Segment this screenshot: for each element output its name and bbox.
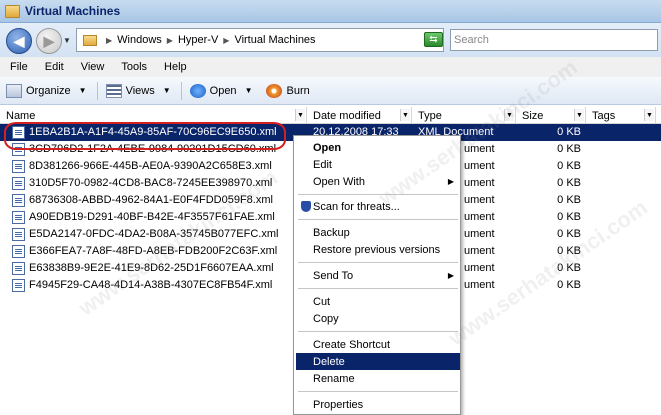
menu-item-send-to[interactable]: Send To ▶ xyxy=(296,267,460,284)
menu-view[interactable]: View xyxy=(71,61,112,73)
organize-button[interactable]: Organize ▼ xyxy=(6,83,87,98)
search-input[interactable]: Search xyxy=(450,29,658,51)
menu-item-backup[interactable]: Backup xyxy=(296,224,460,241)
toolbar-divider xyxy=(180,81,182,100)
column-filter-dropdown-icon[interactable]: ▼ xyxy=(644,109,654,121)
chevron-down-icon: ▼ xyxy=(162,86,171,95)
chevron-down-icon: ▼ xyxy=(244,86,253,95)
menu-tools[interactable]: Tools xyxy=(111,61,154,73)
chevron-right-icon: ▶ xyxy=(166,35,173,45)
highlight-annotation xyxy=(4,122,286,150)
breadcrumb-virtual-machines[interactable]: ▶ Virtual Machines xyxy=(218,34,315,46)
refresh-button[interactable]: ⇆ xyxy=(424,32,443,47)
burn-disc-icon xyxy=(266,83,283,98)
menu-item-open-with[interactable]: Open With ▶ xyxy=(296,173,460,190)
chevron-right-icon: ▶ xyxy=(106,35,113,45)
menu-item-properties[interactable]: Properties xyxy=(296,396,460,413)
menu-separator xyxy=(298,194,458,195)
column-filter-dropdown-icon[interactable]: ▼ xyxy=(574,109,584,121)
breadcrumb-hyper-v[interactable]: ▶ Hyper-V xyxy=(162,34,219,46)
column-header-type[interactable]: Type ▼ xyxy=(412,107,516,124)
xml-file-icon xyxy=(12,194,25,207)
folder-icon xyxy=(83,34,97,46)
organize-icon xyxy=(6,83,22,98)
chevron-right-icon: ▶ xyxy=(223,35,230,45)
views-icon xyxy=(105,83,122,98)
menu-file[interactable]: File xyxy=(0,61,35,73)
menu-separator xyxy=(298,219,458,220)
menu-separator xyxy=(298,262,458,263)
views-button[interactable]: Views ▼ xyxy=(105,83,171,98)
breadcrumb-windows[interactable]: ▶ Windows xyxy=(101,34,162,46)
menu-edit[interactable]: Edit xyxy=(35,61,71,73)
xml-file-icon xyxy=(12,228,25,241)
xml-file-icon xyxy=(12,211,25,224)
toolbar-divider xyxy=(96,81,98,100)
open-button[interactable]: Open ▼ xyxy=(189,83,253,98)
xml-file-icon xyxy=(12,262,25,275)
menu-separator xyxy=(298,331,458,332)
menu-item-copy[interactable]: Copy xyxy=(296,310,460,327)
window-title: Virtual Machines xyxy=(25,4,121,18)
column-filter-dropdown-icon[interactable]: ▼ xyxy=(400,109,410,121)
xml-file-icon xyxy=(12,160,25,173)
menu-help[interactable]: Help xyxy=(154,61,194,73)
forward-button[interactable]: ▶ xyxy=(36,28,62,54)
xml-file-icon xyxy=(12,245,25,258)
back-button[interactable]: ◀ xyxy=(6,28,32,54)
xml-file-icon xyxy=(12,279,25,292)
title-bar: Virtual Machines xyxy=(0,0,661,23)
menu-separator xyxy=(298,288,458,289)
submenu-arrow-icon: ▶ xyxy=(447,177,454,186)
xml-file-icon xyxy=(12,177,25,190)
recent-pages-dropdown-icon[interactable]: ▼ xyxy=(63,36,71,45)
column-filter-dropdown-icon[interactable]: ▼ xyxy=(295,109,305,121)
menu-item-cut[interactable]: Cut xyxy=(296,293,460,310)
column-header-date-modified[interactable]: Date modified ▼ xyxy=(307,107,412,124)
menu-bar: File Edit View Tools Help xyxy=(0,57,661,77)
shield-icon xyxy=(301,201,311,212)
context-menu: Open Edit Open With ▶ Scan for threats..… xyxy=(293,135,461,415)
submenu-arrow-icon: ▶ xyxy=(447,271,454,280)
menu-item-open[interactable]: Open xyxy=(296,139,460,156)
toolbar: Organize ▼ Views ▼ Open ▼ Burn xyxy=(0,77,661,105)
column-header-size[interactable]: Size ▼ xyxy=(516,107,586,124)
column-header-tags[interactable]: Tags ▼ xyxy=(586,107,656,124)
internet-explorer-icon xyxy=(189,83,206,98)
menu-item-rename[interactable]: Rename xyxy=(296,370,460,387)
column-filter-dropdown-icon[interactable]: ▼ xyxy=(504,109,514,121)
menu-item-delete[interactable]: Delete xyxy=(296,353,460,370)
path-box[interactable]: ▶Windows ▶Hyper-V ▶Virtual Machines ▼ xyxy=(76,28,444,52)
folder-icon xyxy=(5,4,20,18)
menu-item-edit[interactable]: Edit xyxy=(296,156,460,173)
burn-button[interactable]: Burn xyxy=(266,83,310,98)
chevron-down-icon: ▼ xyxy=(78,86,87,95)
address-bar: ◀ ▶ ▼ ▶ Windows ▶ Hyper-V ▶ Virtual Machine… xyxy=(0,23,661,57)
menu-item-restore-previous-versions[interactable]: Restore previous versions xyxy=(296,241,460,258)
menu-item-create-shortcut[interactable]: Create Shortcut xyxy=(296,336,460,353)
menu-separator xyxy=(298,391,458,392)
menu-item-scan-threats[interactable]: Scan for threats... xyxy=(296,198,460,215)
